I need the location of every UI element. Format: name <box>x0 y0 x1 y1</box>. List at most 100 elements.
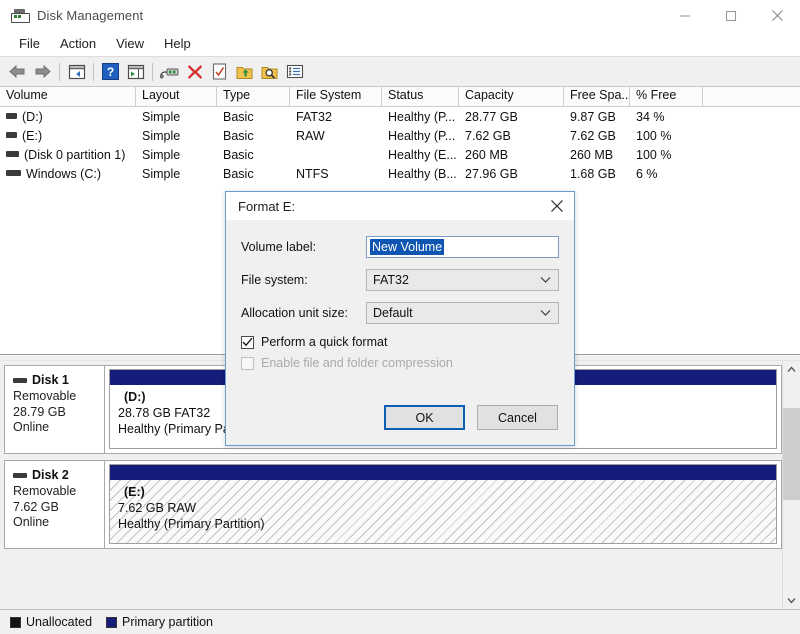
cell-status: Healthy (P... <box>382 110 459 124</box>
legend-primary-partition: Primary partition <box>106 615 213 629</box>
menu-view[interactable]: View <box>106 34 154 53</box>
legend-swatch-primary <box>106 617 117 628</box>
format-dialog[interactable]: Format E: Volume label: New Volume File … <box>225 191 575 446</box>
volume-label-label: Volume label: <box>241 240 366 254</box>
volume-label-row: Volume label: New Volume <box>241 236 559 258</box>
chevron-down-icon <box>540 309 551 317</box>
disk-1-size: 28.79 GB <box>13 405 104 421</box>
menu-action[interactable]: Action <box>50 34 106 53</box>
cell-file-system: FAT32 <box>290 110 382 124</box>
forward-arrow-icon[interactable] <box>30 60 55 84</box>
column-header-percent-free[interactable]: % Free <box>630 87 703 106</box>
legend-label-primary: Primary partition <box>122 615 213 629</box>
allocation-unit-value: Default <box>373 306 413 320</box>
disk-icon <box>13 473 27 478</box>
file-system-select[interactable]: FAT32 <box>366 269 559 291</box>
volume-icon <box>6 170 21 176</box>
action-pane-icon[interactable] <box>123 60 148 84</box>
cell-percent-free: 100 % <box>630 148 703 162</box>
back-arrow-icon[interactable] <box>5 60 30 84</box>
compression-label: Enable file and folder compression <box>261 356 453 370</box>
cell-volume: (Disk 0 partition 1) <box>0 148 136 162</box>
folder-search-icon[interactable] <box>257 60 282 84</box>
cell-status: Healthy (B... <box>382 167 459 181</box>
cell-capacity: 28.77 GB <box>459 110 564 124</box>
table-row[interactable]: (Disk 0 partition 1) Simple Basic Health… <box>0 145 800 164</box>
disk-management-icon <box>11 9 28 23</box>
view-list-icon[interactable] <box>282 60 307 84</box>
window-title: Disk Management <box>37 8 143 23</box>
column-header-file-system[interactable]: File System <box>290 87 382 106</box>
volume-label-input[interactable]: New Volume <box>366 236 559 258</box>
compression-row: Enable file and folder compression <box>241 356 559 370</box>
help-question-icon[interactable]: ? <box>98 60 123 84</box>
red-x-icon[interactable] <box>182 60 207 84</box>
table-row[interactable]: (D:) Simple Basic FAT32 Healthy (P... 28… <box>0 107 800 126</box>
disk-1-kind: Removable <box>13 389 104 405</box>
quick-format-label: Perform a quick format <box>261 335 387 349</box>
cell-type: Basic <box>217 167 290 181</box>
allocation-unit-select[interactable]: Default <box>366 302 559 324</box>
cell-volume: (E:) <box>0 129 136 143</box>
title-bar: Disk Management <box>0 0 800 31</box>
close-button[interactable] <box>754 0 800 31</box>
column-header-volume[interactable]: Volume <box>0 87 136 106</box>
cell-status: Healthy (P... <box>382 129 459 143</box>
column-header-free-space[interactable]: Free Spa... <box>564 87 630 106</box>
disk-2-partitions: (E:) 7.62 GB RAW Healthy (Primary Partit… <box>105 461 781 548</box>
menu-help[interactable]: Help <box>154 34 201 53</box>
legend-unallocated: Unallocated <box>10 615 92 629</box>
disk-1-info[interactable]: Disk 1 Removable 28.79 GB Online <box>5 366 105 453</box>
close-icon[interactable] <box>540 192 574 220</box>
column-header-layout[interactable]: Layout <box>136 87 217 106</box>
partition-e[interactable]: (E:) 7.62 GB RAW Healthy (Primary Partit… <box>109 464 777 544</box>
volume-label-value: New Volume <box>370 239 444 255</box>
disk-management-window: Disk Management File Action View Help <box>0 0 800 634</box>
table-row[interactable]: (E:) Simple Basic RAW Healthy (P... 7.62… <box>0 126 800 145</box>
column-header-capacity[interactable]: Capacity <box>459 87 564 106</box>
folder-up-icon[interactable] <box>232 60 257 84</box>
scrollbar-thumb[interactable] <box>783 408 800 500</box>
cell-volume: Windows (C:) <box>0 167 136 181</box>
scroll-down-icon[interactable] <box>783 592 800 609</box>
file-system-label: File system: <box>241 273 366 287</box>
legend: Unallocated Primary partition <box>0 609 800 634</box>
partition-e-health: Healthy (Primary Partition) <box>118 516 776 532</box>
menu-file[interactable]: File <box>9 34 50 53</box>
chevron-down-icon <box>540 276 551 284</box>
toolbar: ? <box>0 56 800 87</box>
volume-icon <box>6 132 17 138</box>
disk-panel-2[interactable]: Disk 2 Removable 7.62 GB Online (E:) 7.6… <box>4 460 782 549</box>
quick-format-checkbox[interactable] <box>241 336 254 349</box>
file-system-value: FAT32 <box>373 273 409 287</box>
scrollbar-track[interactable] <box>783 378 800 592</box>
disk-2-state: Online <box>13 515 104 531</box>
cell-layout: Simple <box>136 110 217 124</box>
cell-capacity: 260 MB <box>459 148 564 162</box>
up-level-icon[interactable] <box>64 60 89 84</box>
disk-2-info[interactable]: Disk 2 Removable 7.62 GB Online <box>5 461 105 548</box>
scroll-up-icon[interactable] <box>783 361 800 378</box>
column-header-type[interactable]: Type <box>217 87 290 106</box>
column-header-status[interactable]: Status <box>382 87 459 106</box>
quick-format-row[interactable]: Perform a quick format <box>241 335 559 349</box>
minimize-button[interactable] <box>662 0 708 31</box>
format-dialog-title: Format E: <box>226 199 295 214</box>
cell-type: Basic <box>217 110 290 124</box>
partition-e-color-bar <box>110 465 776 480</box>
cell-file-system: NTFS <box>290 167 382 181</box>
rescan-disks-icon[interactable] <box>157 60 182 84</box>
cell-layout: Simple <box>136 148 217 162</box>
compression-checkbox <box>241 357 254 370</box>
vertical-scrollbar[interactable] <box>782 361 800 609</box>
properties-check-icon[interactable] <box>207 60 232 84</box>
allocation-unit-label: Allocation unit size: <box>241 306 366 320</box>
ok-button[interactable]: OK <box>384 405 465 430</box>
maximize-button[interactable] <box>708 0 754 31</box>
disk-2-size: 7.62 GB <box>13 500 104 516</box>
table-row[interactable]: Windows (C:) Simple Basic NTFS Healthy (… <box>0 164 800 183</box>
cancel-button[interactable]: Cancel <box>477 405 558 430</box>
partition-e-size: 7.62 GB RAW <box>118 500 776 516</box>
disk-1-state: Online <box>13 420 104 436</box>
cell-free-space: 1.68 GB <box>564 167 630 181</box>
